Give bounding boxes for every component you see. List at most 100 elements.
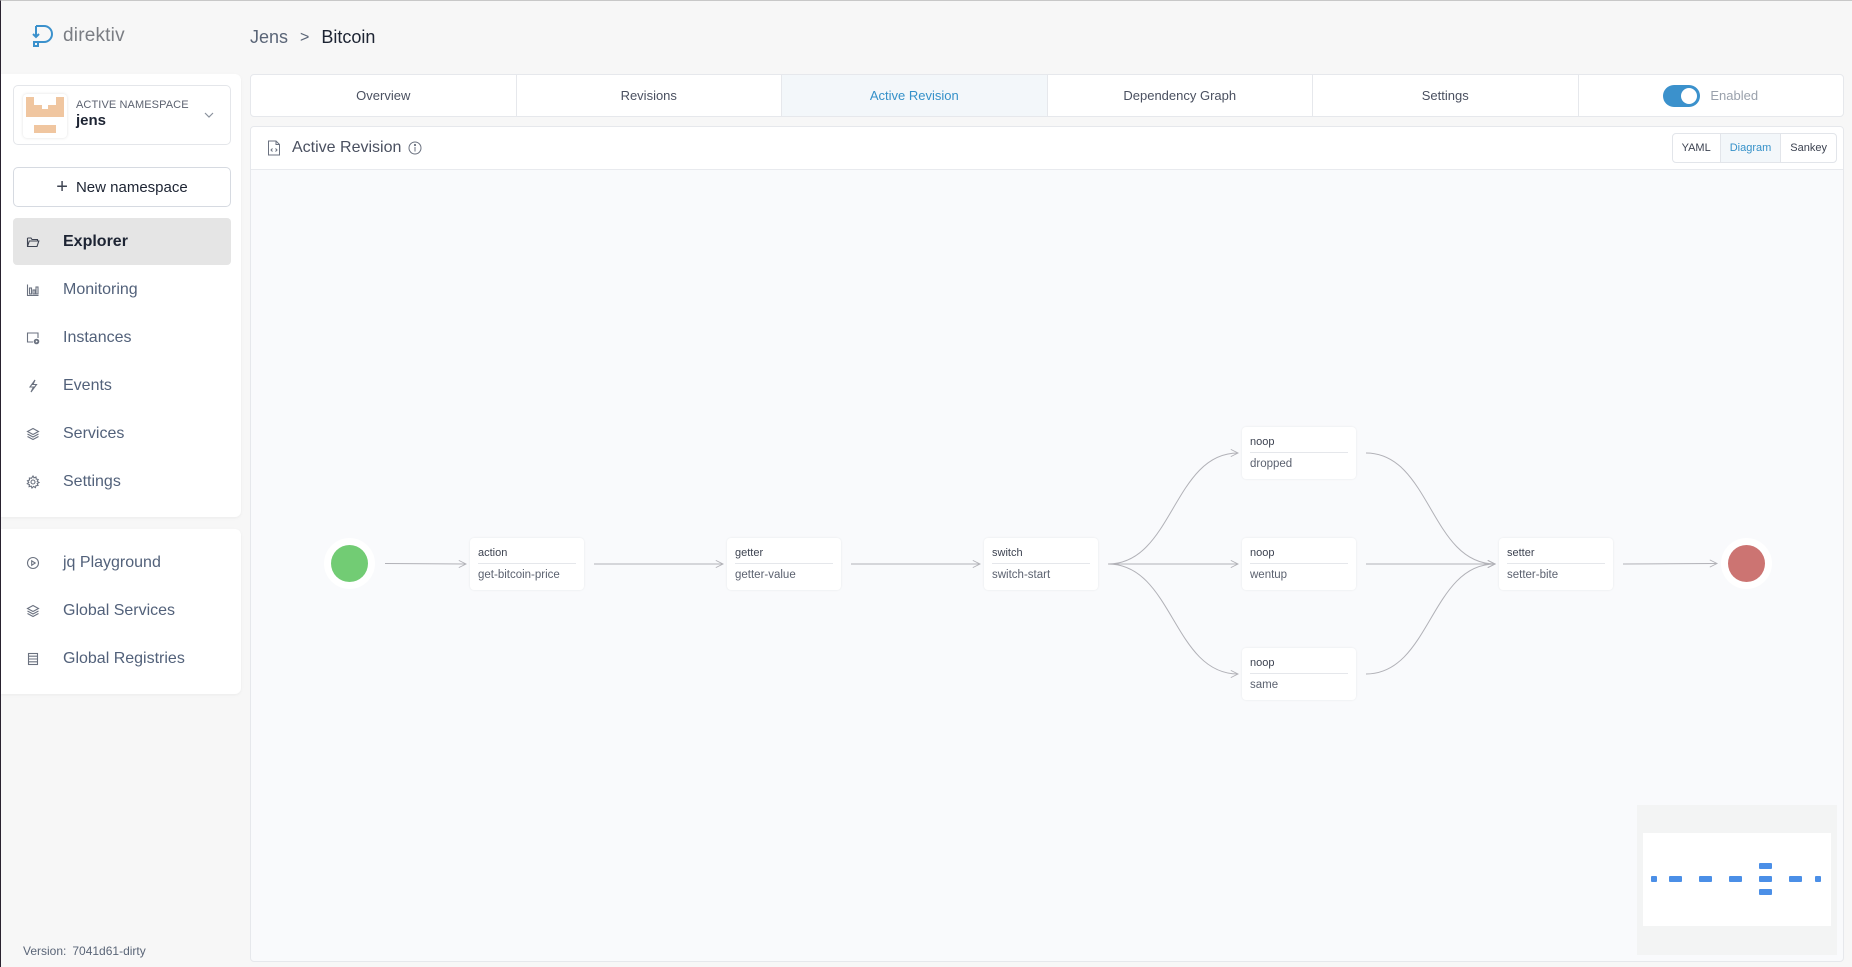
sidebar-item-label: Instances <box>63 328 132 346</box>
namespace-name: jens <box>76 112 107 129</box>
diagram-node-wentup[interactable]: noop wentup <box>1242 538 1356 590</box>
sidebar-item-instances[interactable]: Instances <box>13 314 231 361</box>
sidebar-item-label: Monitoring <box>63 280 138 298</box>
chevron-down-icon <box>204 112 214 118</box>
sidebar-item-label: Services <box>63 424 125 442</box>
node-type: noop <box>1250 436 1348 453</box>
sidebar-item-jq-playground[interactable]: jq Playground <box>13 539 231 586</box>
minimap-node <box>1651 876 1657 882</box>
view-diagram-button[interactable]: Diagram <box>1720 134 1782 162</box>
file-code-icon <box>268 140 280 156</box>
node-name: dropped <box>1250 458 1293 470</box>
folder-open-icon <box>25 234 41 250</box>
edge-same-to-setter-bite <box>1365 564 1495 675</box>
start-node[interactable] <box>324 538 375 589</box>
layers-icon <box>25 603 41 619</box>
sidebar-item-global-services[interactable]: Global Services <box>13 587 231 634</box>
sidebar-item-global-registries[interactable]: Global Registries <box>13 635 231 682</box>
new-namespace-label: New namespace <box>75 178 188 196</box>
toggle-label: Enabled <box>1710 88 1759 103</box>
new-namespace-button[interactable]: + New namespace <box>13 167 231 207</box>
play-circle-icon <box>25 555 41 571</box>
panel-header: Active Revision YAML Diagram Sankey <box>251 127 1843 170</box>
node-name: get-bitcoin-price <box>478 569 560 581</box>
lightning-icon <box>25 378 41 394</box>
minimap-node <box>1759 863 1772 869</box>
node-name: wentup <box>1250 569 1288 581</box>
node-name: getter-value <box>735 569 796 581</box>
node-name: same <box>1250 679 1279 691</box>
node-type: noop <box>1250 547 1348 564</box>
enabled-toggle[interactable] <box>1663 84 1701 107</box>
breadcrumb: Jens > Bitcoin <box>250 27 375 48</box>
edge-dropped-to-setter-bite <box>1365 452 1495 564</box>
sidebar-item-explorer[interactable]: Explorer <box>13 218 231 265</box>
diagram-minimap[interactable] <box>1637 805 1837 955</box>
node-type: setter <box>1507 547 1605 564</box>
plus-icon: + <box>56 176 68 198</box>
active-revision-panel: Active Revision YAML Diagram Sankey acti… <box>250 126 1844 962</box>
sidebar-item-monitoring[interactable]: Monitoring <box>13 266 231 313</box>
breadcrumb-namespace[interactable]: Jens <box>250 27 288 48</box>
view-switch: YAML Diagram Sankey <box>1671 133 1837 163</box>
sidebar-main: ACTIVE NAMESPACE jens + New namespace Ex… <box>1 74 241 517</box>
sidebar-item-label: Global Registries <box>63 649 185 667</box>
tab-overview[interactable]: Overview <box>251 75 517 116</box>
sidebar-item-label: Explorer <box>63 232 128 250</box>
sidebar-global: jq Playground Global Services Global Reg… <box>1 529 241 694</box>
tab-active-revision[interactable]: Active Revision <box>782 75 1048 116</box>
minimap-node <box>1815 876 1821 882</box>
layers-icon <box>25 426 41 442</box>
sidebar-item-label: Global Services <box>63 601 176 619</box>
node-type: getter <box>735 547 833 564</box>
minimap-viewport[interactable] <box>1643 833 1831 926</box>
sidebar-item-events[interactable]: Events <box>13 362 231 409</box>
logo-text: direktiv <box>63 25 125 46</box>
sidebar-item-settings[interactable]: Settings <box>13 458 231 505</box>
node-type: noop <box>1250 657 1348 674</box>
sidebar-item-label: Events <box>63 376 112 394</box>
direktiv-logo[interactable]: direktiv <box>31 23 125 49</box>
end-indicator <box>1728 545 1765 582</box>
version-label: Version: <box>23 944 67 958</box>
tab-dependency-graph[interactable]: Dependency Graph <box>1048 75 1313 116</box>
diagram-node-dropped[interactable]: noop dropped <box>1242 427 1356 479</box>
info-icon[interactable] <box>408 141 422 155</box>
view-sankey-button[interactable]: Sankey <box>1781 134 1836 162</box>
workflow-diagram[interactable]: action get-bitcoin-price getter getter-v… <box>251 170 1843 961</box>
sidebar-item-services[interactable]: Services <box>13 410 231 457</box>
minimap-node <box>1759 889 1772 895</box>
edge-switch-start-to-dropped <box>1107 453 1238 565</box>
diagram-node-switch-start[interactable]: switch switch-start <box>984 538 1098 590</box>
enabled-toggle-container: Enabled <box>1579 75 1844 116</box>
diagram-node-get-bitcoin-price[interactable]: action get-bitcoin-price <box>470 538 584 590</box>
node-type: switch <box>992 547 1090 564</box>
start-indicator <box>331 545 368 582</box>
end-node[interactable] <box>1721 538 1772 589</box>
diagram-node-getter-value[interactable]: getter getter-value <box>727 538 841 590</box>
node-name: switch-start <box>992 569 1051 581</box>
sidebar-item-label: Settings <box>63 472 121 490</box>
panel-title: Active Revision <box>292 139 402 156</box>
diagram-node-setter-bite[interactable]: setter setter-bite <box>1499 538 1613 590</box>
namespace-selector[interactable]: ACTIVE NAMESPACE jens <box>13 85 231 145</box>
version-value: 7041d61-dirty <box>72 944 146 958</box>
server-icon <box>25 651 41 667</box>
monitor-play-icon <box>25 330 41 346</box>
bar-chart-icon <box>25 282 41 298</box>
minimap-node <box>1699 876 1712 882</box>
breadcrumb-separator: > <box>300 28 310 46</box>
edge-setter-bite-to-end <box>1622 564 1717 565</box>
edge-switch-start-to-same <box>1107 563 1238 674</box>
workflow-tabs: Overview Revisions Active Revision Depen… <box>250 74 1844 117</box>
diagram-node-same[interactable]: noop same <box>1242 648 1356 700</box>
view-yaml-button[interactable]: YAML <box>1673 134 1721 162</box>
tab-revisions[interactable]: Revisions <box>517 75 782 116</box>
breadcrumb-workflow: Bitcoin <box>321 27 376 47</box>
minimap-node <box>1729 876 1742 882</box>
edge-start-to-get-bitcoin-price <box>384 564 466 565</box>
tab-settings[interactable]: Settings <box>1313 75 1579 116</box>
minimap-node <box>1759 876 1772 882</box>
sidebar-item-label: jq Playground <box>63 553 161 571</box>
version-info: Version: 7041d61-dirty <box>23 944 146 958</box>
